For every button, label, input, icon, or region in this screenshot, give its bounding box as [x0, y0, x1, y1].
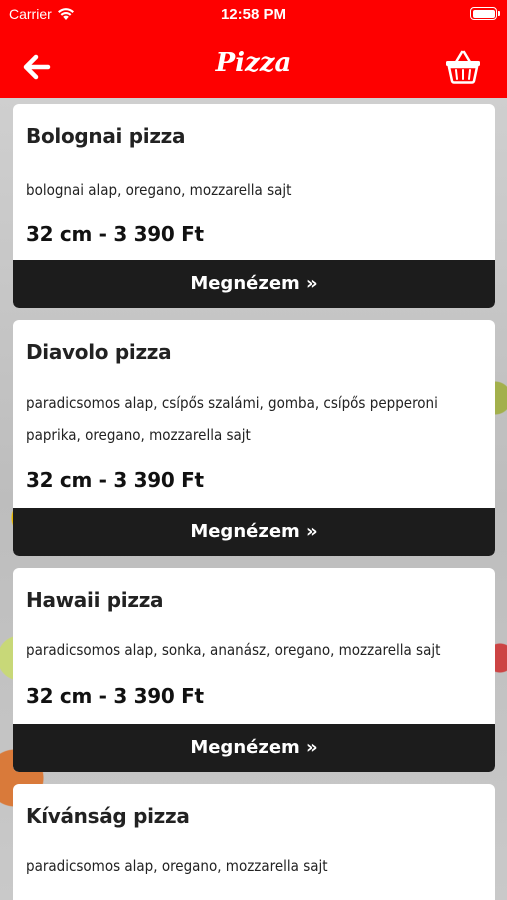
status-time: 12:58 PM [220, 6, 287, 23]
product-card[interactable]: Hawaii pizza paradicsomos alap, sonka, a… [13, 568, 495, 772]
product-price: 32 cm - 3 390 Ft [26, 468, 204, 492]
battery-icon [470, 7, 500, 20]
product-name: Bolognai pizza [26, 124, 186, 148]
product-name: Diavolo pizza [26, 340, 172, 364]
product-description: paradicsomos alap, oregano, mozzarella s… [26, 857, 328, 875]
view-button[interactable]: Megnézem » [13, 508, 495, 556]
product-name: Kívánság pizza [26, 804, 190, 828]
nav-bar: Pizza [0, 40, 507, 92]
product-description: bolognai alap, oregano, mozzarella sajt [26, 181, 292, 199]
view-button[interactable]: Megnézem » [13, 724, 495, 772]
basket-icon[interactable] [443, 46, 483, 86]
product-card[interactable]: Kívánság pizza paradicsomos alap, oregan… [13, 784, 495, 900]
view-button[interactable]: Megnézem » [13, 260, 495, 308]
product-price: 32 cm - 3 390 Ft [26, 684, 204, 708]
status-bar: Carrier 12:58 PM [0, 0, 507, 30]
product-description: paradicsomos alap, sonka, ananász, orega… [26, 641, 441, 659]
header: Carrier 12:58 PM Pizza [0, 0, 507, 98]
product-card[interactable]: Bolognai pizza bolognai alap, oregano, m… [13, 104, 495, 308]
product-name: Hawaii pizza [26, 588, 164, 612]
product-card[interactable]: Diavolo pizza paradicsomos alap, csípős … [13, 320, 495, 556]
product-list[interactable]: Bolognai pizza bolognai alap, oregano, m… [0, 98, 507, 900]
product-price: 32 cm - 3 390 Ft [26, 222, 204, 246]
product-description: paradicsomos alap, csípős szalámi, gomba… [26, 394, 438, 444]
page-title: Pizza [215, 48, 292, 78]
